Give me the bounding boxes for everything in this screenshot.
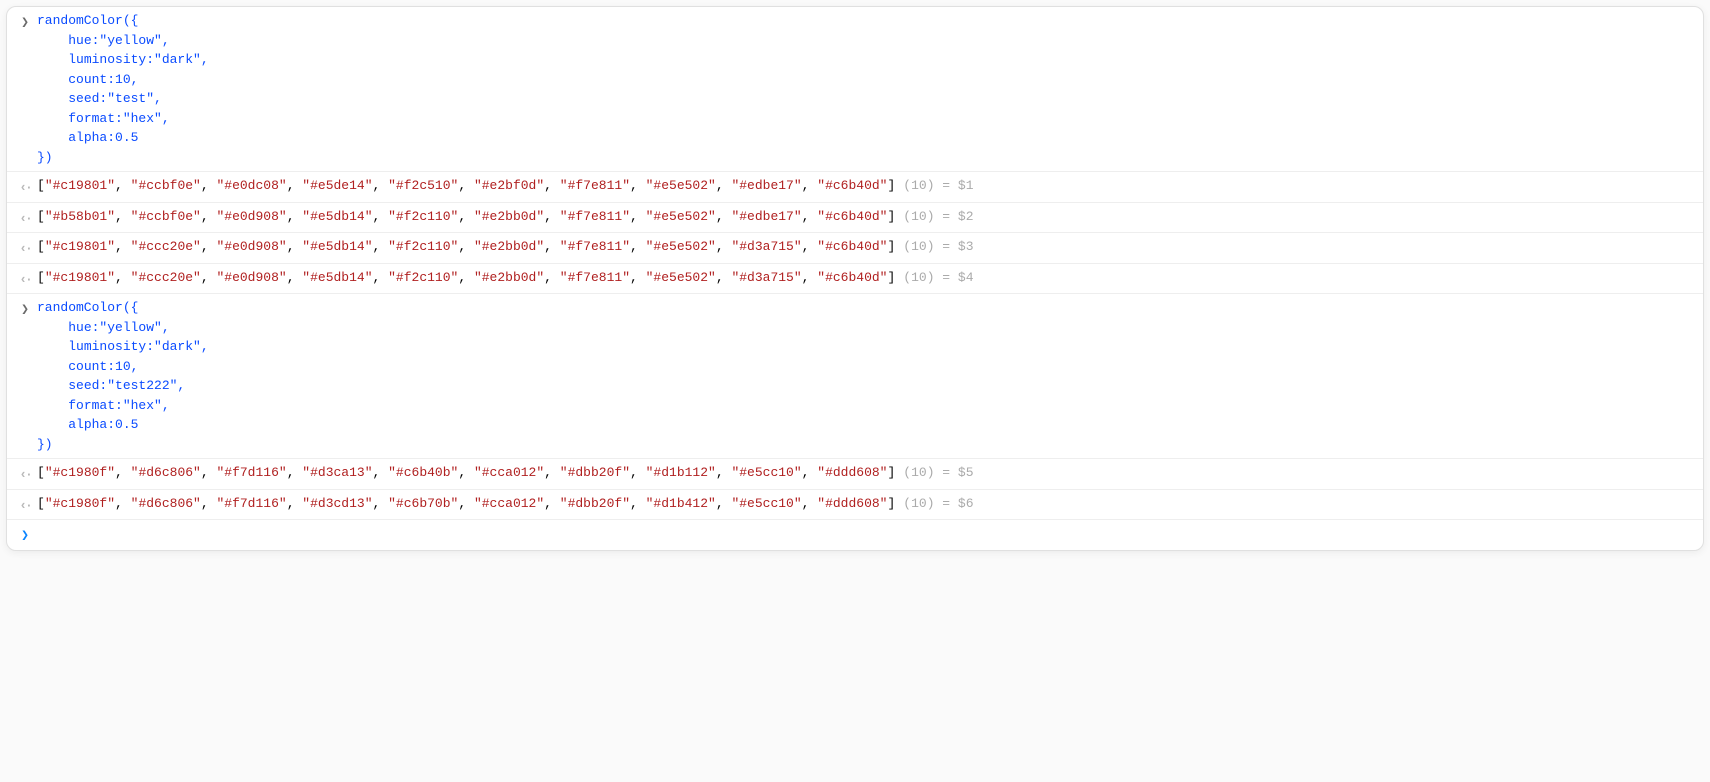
array-item[interactable]: "#e5e502" [646,178,716,193]
array-item[interactable]: "#e0dc08" [216,178,286,193]
array-item[interactable]: "#e0d908" [216,270,286,285]
output-array[interactable]: ["#c19801", "#ccbf0e", "#e0dc08", "#e5de… [37,178,895,193]
array-item[interactable]: "#c19801" [45,239,115,254]
console-prompt-input[interactable] [37,524,1693,544]
array-item[interactable]: "#e0d908" [216,209,286,224]
array-item[interactable]: "#f7e811" [560,178,630,193]
array-item[interactable]: "#c19801" [45,270,115,285]
array-item[interactable]: "#f2c510" [388,178,458,193]
array-item[interactable]: "#ccbf0e" [131,209,201,224]
array-item[interactable]: "#d1b112" [646,465,716,480]
output-chevron-icon: ‹· [19,465,31,485]
array-item[interactable]: "#e5e502" [646,270,716,285]
array-item[interactable]: "#c6b40d" [817,178,887,193]
array-item[interactable]: "#d6c806" [131,465,201,480]
console-output-row[interactable]: ‹· ["#c1980f", "#d6c806", "#f7d116", "#d3… [7,490,1703,521]
array-item[interactable]: "#e5db14" [302,270,372,285]
array-item[interactable]: "#cca012" [474,496,544,511]
array-item[interactable]: "#f2c110" [388,270,458,285]
array-item[interactable]: "#ccc20e" [131,270,201,285]
array-item[interactable]: "#d3ca13" [302,465,372,480]
prompt-chevron-icon: ❯ [21,526,29,546]
array-item[interactable]: "#ddd608" [817,496,887,511]
console-input-row[interactable]: ❯ randomColor({ hue:"yellow", luminosity:… [7,294,1703,459]
array-item[interactable]: "#e2bb0d" [474,270,544,285]
array-item[interactable]: "#e5cc10" [731,496,801,511]
console-prompt-row[interactable]: ❯ [7,520,1703,550]
array-item[interactable]: "#e0d908" [216,239,286,254]
array-item[interactable]: "#f7e811" [560,270,630,285]
array-item[interactable]: "#ccbf0e" [131,178,201,193]
array-item[interactable]: "#c19801" [45,178,115,193]
array-item[interactable]: "#d3cd13" [302,496,372,511]
array-item[interactable]: "#d3a715" [731,239,801,254]
array-item[interactable]: "#edbe17" [731,178,801,193]
output-array[interactable]: ["#b58b01", "#ccbf0e", "#e0d908", "#e5db… [37,209,895,224]
array-item[interactable]: "#e2bf0d" [474,178,544,193]
input-chevron-icon: ❯ [21,300,29,320]
console-input-code[interactable]: randomColor({ hue:"yellow", luminosity:"… [37,298,1693,454]
output-array[interactable]: ["#c1980f", "#d6c806", "#f7d116", "#d3cd… [37,496,895,511]
array-item[interactable]: "#e5e502" [646,209,716,224]
array-item[interactable]: "#b58b01" [45,209,115,224]
array-item[interactable]: "#e5db14" [302,239,372,254]
array-item[interactable]: "#d3a715" [731,270,801,285]
array-item[interactable]: "#edbe17" [731,209,801,224]
array-item[interactable]: "#c6b40b" [388,465,458,480]
output-meta: (10) = $6 [895,496,973,511]
output-chevron-icon: ‹· [19,209,31,229]
array-item[interactable]: "#f7d116" [216,465,286,480]
array-item[interactable]: "#f2c110" [388,239,458,254]
array-item[interactable]: "#f7e811" [560,209,630,224]
array-item[interactable]: "#ddd608" [817,465,887,480]
array-item[interactable]: "#cca012" [474,465,544,480]
array-item[interactable]: "#e5e502" [646,239,716,254]
array-item[interactable]: "#dbb20f" [560,496,630,511]
output-meta: (10) = $1 [895,178,973,193]
array-item[interactable]: "#d6c806" [131,496,201,511]
array-item[interactable]: "#e5db14" [302,209,372,224]
console-output-row[interactable]: ‹· ["#c19801", "#ccc20e", "#e0d908", "#e5… [7,233,1703,264]
array-item[interactable]: "#e5de14" [302,178,372,193]
array-item[interactable]: "#c6b40d" [817,270,887,285]
array-item[interactable]: "#c6b40d" [817,209,887,224]
array-item[interactable]: "#e2bb0d" [474,239,544,254]
devtools-console[interactable]: ❯ randomColor({ hue:"yellow", luminosity:… [6,6,1704,551]
output-chevron-icon: ‹· [19,270,31,290]
array-item[interactable]: "#dbb20f" [560,465,630,480]
array-item[interactable]: "#f7e811" [560,239,630,254]
output-array[interactable]: ["#c19801", "#ccc20e", "#e0d908", "#e5db… [37,239,895,254]
array-item[interactable]: "#e2bb0d" [474,209,544,224]
array-item[interactable]: "#c6b70b" [388,496,458,511]
input-chevron-icon: ❯ [21,13,29,33]
console-output-row[interactable]: ‹· ["#c19801", "#ccc20e", "#e0d908", "#e5… [7,264,1703,295]
output-meta: (10) = $2 [895,209,973,224]
console-output-row[interactable]: ‹· ["#b58b01", "#ccbf0e", "#e0d908", "#e5… [7,203,1703,234]
array-item[interactable]: "#f2c110" [388,209,458,224]
console-output-row[interactable]: ‹· ["#c1980f", "#d6c806", "#f7d116", "#d3… [7,459,1703,490]
output-meta: (10) = $3 [895,239,973,254]
output-chevron-icon: ‹· [19,178,31,198]
output-meta: (10) = $4 [895,270,973,285]
console-input-code[interactable]: randomColor({ hue:"yellow", luminosity:"… [37,11,1693,167]
output-chevron-icon: ‹· [19,496,31,516]
array-item[interactable]: "#f7d116" [216,496,286,511]
array-item[interactable]: "#c1980f" [45,465,115,480]
array-item[interactable]: "#d1b412" [646,496,716,511]
output-meta: (10) = $5 [895,465,973,480]
array-item[interactable]: "#ccc20e" [131,239,201,254]
console-output-row[interactable]: ‹· ["#c19801", "#ccbf0e", "#e0dc08", "#e5… [7,172,1703,203]
output-chevron-icon: ‹· [19,239,31,259]
output-array[interactable]: ["#c19801", "#ccc20e", "#e0d908", "#e5db… [37,270,895,285]
console-input-row[interactable]: ❯ randomColor({ hue:"yellow", luminosity:… [7,7,1703,172]
array-item[interactable]: "#c1980f" [45,496,115,511]
array-item[interactable]: "#c6b40d" [817,239,887,254]
array-item[interactable]: "#e5cc10" [731,465,801,480]
output-array[interactable]: ["#c1980f", "#d6c806", "#f7d116", "#d3ca… [37,465,895,480]
